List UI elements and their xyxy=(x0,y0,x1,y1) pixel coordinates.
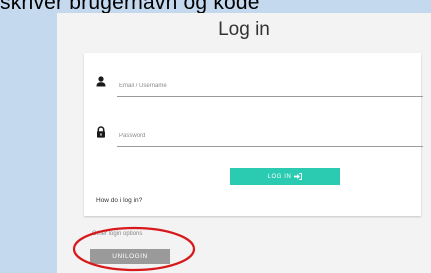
password-input[interactable] xyxy=(117,125,423,147)
other-login-options-label: Other login options xyxy=(92,231,143,237)
page-title: Log in xyxy=(218,19,270,40)
lock-icon xyxy=(96,125,106,138)
user-icon xyxy=(96,75,106,87)
email-input[interactable] xyxy=(117,75,423,97)
login-button-label: LOG IN xyxy=(267,173,292,180)
password-field xyxy=(84,121,423,147)
login-card: LOG IN How do i log in? xyxy=(84,53,423,216)
unilogin-button[interactable]: UNILOGIN xyxy=(90,249,170,264)
sign-in-icon xyxy=(294,173,303,180)
help-link[interactable]: How do i log in? xyxy=(96,197,142,204)
login-button[interactable]: LOG IN xyxy=(230,168,340,185)
login-page: Log in LOG IN xyxy=(57,13,431,273)
email-field xyxy=(84,71,423,97)
